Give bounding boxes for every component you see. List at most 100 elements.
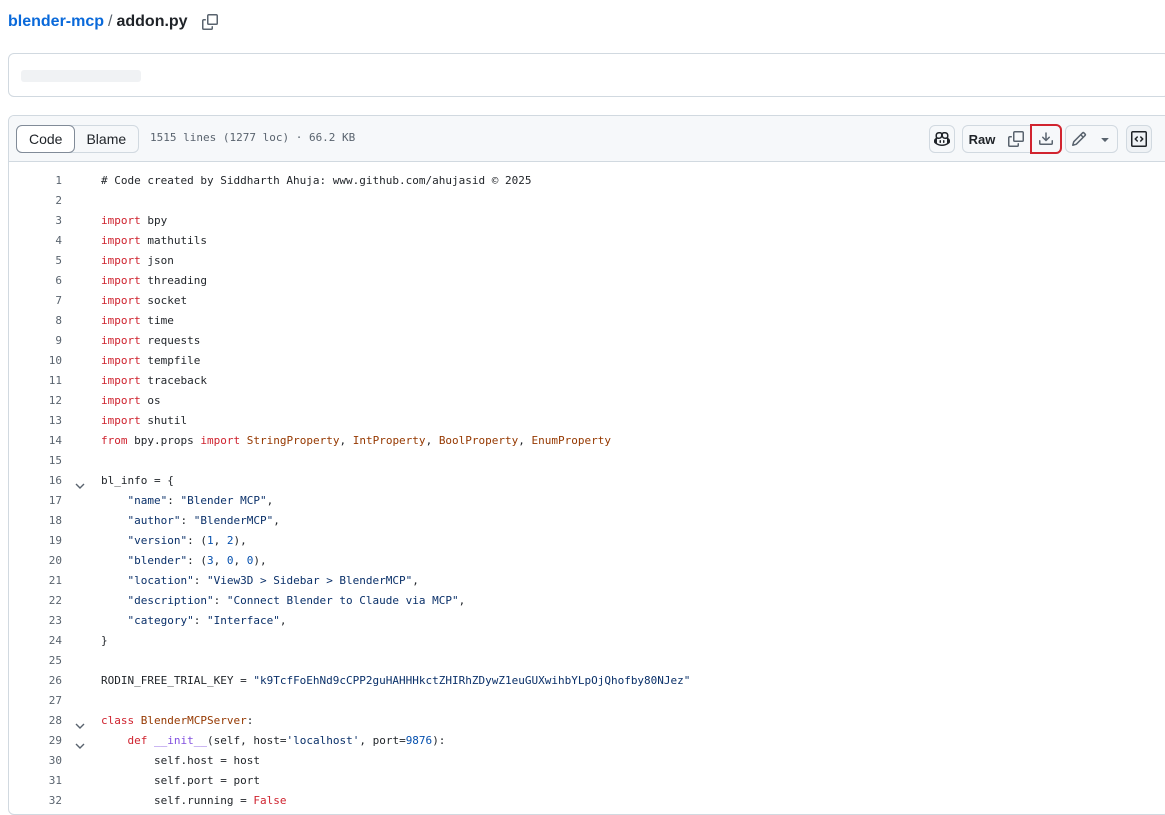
line-number[interactable]: 32 [9, 791, 62, 811]
code-line: 17 "name": "Blender MCP", [9, 491, 1165, 511]
download-raw-button[interactable] [1030, 124, 1062, 154]
code-line: 24} [9, 631, 1165, 651]
code-line: 6 import threading [9, 271, 1165, 291]
repo-link[interactable]: blender-mcp [8, 13, 104, 31]
file-info: 1515 lines (1277 loc) · 66.2 KB [150, 131, 356, 144]
line-text: "category": "Interface", [127, 614, 287, 627]
code-line: 21 "location": "View3D > Sidebar > Blend… [9, 571, 1165, 591]
code-line: 12 import os [9, 391, 1165, 411]
line-text: self.host = host [101, 754, 260, 767]
line-text: import requests [101, 334, 201, 347]
download-icon [1039, 132, 1053, 145]
line-text: import traceback [101, 374, 207, 387]
line-number[interactable]: 21 [9, 571, 62, 591]
line-number[interactable]: 14 [9, 431, 62, 451]
line-number[interactable]: 10 [9, 351, 62, 371]
line-text: RODIN_FREE_TRIAL_KEY = "k9TcfFoEhNd9cCPP… [101, 674, 691, 687]
line-number[interactable]: 19 [9, 531, 62, 551]
breadcrumb: blender-mcp / addon.py [8, 10, 218, 34]
loading-skeleton [21, 70, 141, 82]
line-text: "author": "BlenderMCP", [127, 514, 280, 527]
line-number[interactable]: 27 [9, 691, 62, 711]
more-edit-options-button[interactable] [1092, 125, 1118, 153]
tab-blame[interactable]: Blame [74, 126, 138, 152]
raw-button[interactable]: Raw [962, 125, 1002, 153]
code-line: 3 import bpy [9, 211, 1165, 231]
line-number[interactable]: 15 [9, 451, 62, 471]
line-text: import shutil [101, 414, 188, 427]
line-text: import threading [101, 274, 207, 287]
line-text: "description": "Connect Blender to Claud… [127, 594, 466, 607]
code-line: 1 # Code created by Siddharth Ahuja: www.… [9, 171, 1165, 191]
code-line: 28 class BlenderMCPServer: [9, 711, 1165, 731]
copy-raw-button[interactable] [1001, 125, 1031, 153]
line-number[interactable]: 13 [9, 411, 62, 431]
line-number[interactable]: 11 [9, 371, 62, 391]
file-viewer: Code Blame 1515 lines (1277 loc) · 66.2 … [8, 115, 1165, 815]
code-line: 4 import mathutils [9, 231, 1165, 251]
copilot-icon [934, 131, 950, 147]
fold-chevron-icon[interactable] [75, 717, 85, 729]
line-number[interactable]: 9 [9, 331, 62, 351]
code-listing: 1 # Code created by Siddharth Ahuja: www.… [9, 171, 1165, 811]
tab-code[interactable]: Code [16, 125, 76, 153]
line-number[interactable]: 17 [9, 491, 62, 511]
line-text: import tempfile [101, 354, 201, 367]
code-line: 18 "author": "BlenderMCP", [9, 511, 1165, 531]
copy-path-icon[interactable] [201, 14, 218, 30]
fold-chevron-icon[interactable] [75, 737, 85, 749]
line-number[interactable]: 16 [9, 471, 62, 491]
code-line: 8 import time [9, 311, 1165, 331]
line-number[interactable]: 2 [9, 191, 62, 211]
file-header: Code Blame 1515 lines (1277 loc) · 66.2 … [9, 116, 1165, 162]
line-number[interactable]: 12 [9, 391, 62, 411]
pencil-icon [1071, 131, 1087, 147]
triangle-down-icon [1100, 138, 1109, 142]
line-number[interactable]: 18 [9, 511, 62, 531]
line-number[interactable]: 22 [9, 591, 62, 611]
line-number[interactable]: 8 [9, 311, 62, 331]
code-line: 31 self.port = port [9, 771, 1165, 791]
edit-file-button[interactable] [1065, 125, 1093, 153]
line-number[interactable]: 29 [9, 731, 62, 751]
line-number[interactable]: 30 [9, 751, 62, 771]
line-number[interactable]: 20 [9, 551, 62, 571]
line-number[interactable]: 3 [9, 211, 62, 231]
line-text: "blender": (3, 0, 0), [127, 554, 267, 567]
code-line: 27 [9, 691, 1165, 711]
line-number[interactable]: 25 [9, 651, 62, 671]
line-text: self.port = port [101, 774, 260, 787]
line-number[interactable]: 28 [9, 711, 62, 731]
code-line: 19 "version": (1, 2), [9, 531, 1165, 551]
line-number[interactable]: 31 [9, 771, 62, 791]
line-text: "version": (1, 2), [127, 534, 247, 547]
line-text: import json [101, 254, 174, 267]
line-text: "name": "Blender MCP", [127, 494, 274, 507]
code-line: 15 [9, 451, 1165, 471]
line-number[interactable]: 7 [9, 291, 62, 311]
line-number[interactable]: 26 [9, 671, 62, 691]
line-text: import bpy [101, 214, 168, 227]
code-line: 20 "blender": (3, 0, 0), [9, 551, 1165, 571]
line-number[interactable]: 23 [9, 611, 62, 631]
line-number[interactable]: 1 [9, 171, 62, 191]
line-text: import mathutils [101, 234, 207, 247]
line-text: self.running = False [101, 794, 287, 807]
symbols-panel-button[interactable] [1126, 125, 1152, 153]
copilot-button[interactable] [929, 125, 955, 153]
code-line: 30 self.host = host [9, 751, 1165, 771]
code-line: 13 import shutil [9, 411, 1165, 431]
line-text: import os [101, 394, 161, 407]
code-line: 25 [9, 651, 1165, 671]
line-text: "location": "View3D > Sidebar > BlenderM… [127, 574, 419, 587]
line-text: import time [101, 314, 174, 327]
fold-chevron-icon[interactable] [75, 477, 85, 489]
line-number[interactable]: 6 [9, 271, 62, 291]
code-square-icon [1131, 131, 1147, 147]
code-line: 23 "category": "Interface", [9, 611, 1165, 631]
line-number[interactable]: 4 [9, 231, 62, 251]
line-number[interactable]: 5 [9, 251, 62, 271]
line-text: def __init__(self, host='localhost', por… [127, 734, 446, 747]
line-number[interactable]: 24 [9, 631, 62, 651]
copy-icon [1007, 131, 1024, 147]
